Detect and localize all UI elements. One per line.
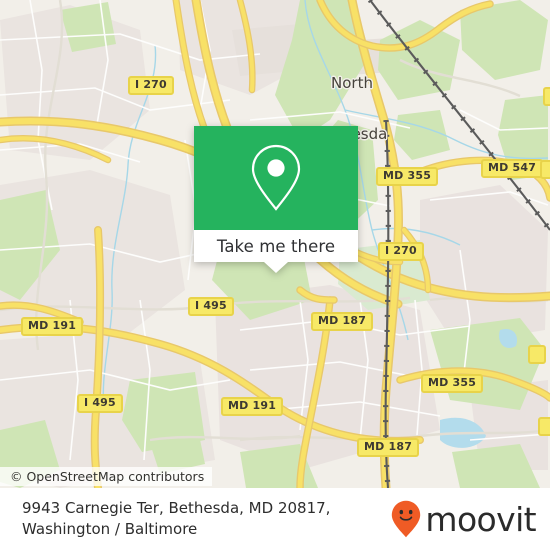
moovit-pin-icon	[392, 500, 421, 538]
callout-image-area	[194, 126, 358, 230]
address-line-1: 9943 Carnegie Ter, Bethesda, MD 20817,	[22, 499, 331, 517]
road-shield-i270-e[interactable]: I 270	[378, 242, 424, 261]
osm-attribution[interactable]: © OpenStreetMap contributors	[0, 467, 213, 486]
moovit-wordmark: moovit	[425, 499, 536, 539]
road-shield-md187-s[interactable]: MD 187	[357, 438, 420, 457]
map-canvas[interactable]: .park { fill:#cfe5b5; } .park2 { fill:#d…	[0, 0, 550, 488]
road-shield-md187-n[interactable]: MD 187	[311, 312, 374, 331]
road-shield-md547[interactable]: MD 547	[481, 159, 544, 178]
road-shield-md355-s[interactable]: MD 355	[421, 374, 484, 393]
location-pin-icon	[251, 144, 301, 211]
road-shield-clipped-bottom-right[interactable]	[538, 417, 550, 436]
location-callout-card[interactable]: Take me there	[194, 126, 358, 273]
road-shield-i495-n[interactable]: I 495	[188, 297, 234, 316]
road-shield-md191-w[interactable]: MD 191	[21, 317, 84, 336]
take-me-there-button[interactable]: Take me there	[194, 230, 358, 262]
road-shield-clipped-lower-right[interactable]	[528, 345, 547, 364]
road-shield-clipped-mid-right[interactable]	[540, 160, 550, 179]
footer-bar: 9943 Carnegie Ter, Bethesda, MD 20817, W…	[0, 488, 550, 550]
road-shield-i495-sw[interactable]: I 495	[77, 394, 123, 413]
address-line-2: Washington / Baltimore	[22, 520, 198, 538]
moovit-logo[interactable]: moovit	[391, 499, 537, 539]
road-shield-clipped-top-right[interactable]	[543, 87, 550, 106]
road-shield-md355-n[interactable]: MD 355	[376, 167, 439, 186]
callout-pointer	[264, 262, 288, 273]
road-shield-md191-s[interactable]: MD 191	[221, 397, 284, 416]
road-shield-i270-nw[interactable]: I 270	[128, 76, 174, 95]
address-block: 9943 Carnegie Ter, Bethesda, MD 20817, W…	[22, 498, 330, 540]
